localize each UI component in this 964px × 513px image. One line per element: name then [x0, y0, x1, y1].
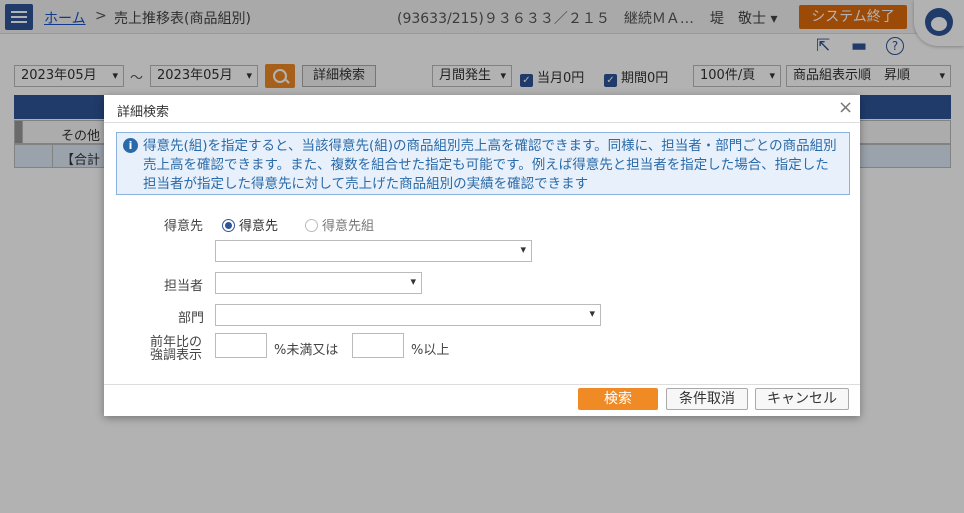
above-percent-text: %以上	[411, 343, 450, 358]
dept-select[interactable]	[215, 304, 601, 326]
below-percent-input[interactable]	[215, 333, 267, 358]
staff-select[interactable]	[215, 272, 422, 294]
compare-label-line2: 強調表示	[150, 348, 203, 363]
search-button[interactable]: 検索	[578, 388, 658, 410]
radio-customer-group[interactable]: 得意先組	[305, 215, 374, 234]
footer-divider	[104, 384, 860, 385]
radio-unselected-icon	[305, 219, 318, 232]
radio-customer-group-label: 得意先組	[322, 219, 375, 234]
dept-label: 部門	[178, 311, 205, 326]
cancel-button[interactable]: キャンセル	[755, 388, 849, 410]
radio-selected-icon	[222, 219, 235, 232]
radio-customer-label: 得意先	[239, 219, 279, 234]
below-percent-text: %未満又は	[274, 343, 339, 358]
info-message: i 得意先(組)を指定すると、当該得意先(組)の商品組別売上高を確認できます。同…	[116, 132, 850, 195]
info-text: 得意先(組)を指定すると、当該得意先(組)の商品組別売上高を確認できます。同様に…	[143, 138, 837, 192]
clear-conditions-button[interactable]: 条件取消	[666, 388, 748, 410]
staff-label: 担当者	[164, 279, 204, 294]
close-icon[interactable]: ×	[838, 97, 853, 118]
divider	[104, 122, 860, 123]
customer-select[interactable]	[215, 240, 532, 262]
dialog-title: 詳細検索	[117, 105, 170, 120]
above-percent-input[interactable]	[352, 333, 404, 358]
customer-label: 得意先	[164, 219, 204, 234]
radio-customer[interactable]: 得意先	[222, 215, 278, 234]
compare-highlight-label: 前年比の 強調表示	[150, 336, 202, 362]
info-icon: i	[123, 138, 138, 153]
detail-search-dialog: 詳細検索 × i 得意先(組)を指定すると、当該得意先(組)の商品組別売上高を確…	[104, 95, 860, 416]
